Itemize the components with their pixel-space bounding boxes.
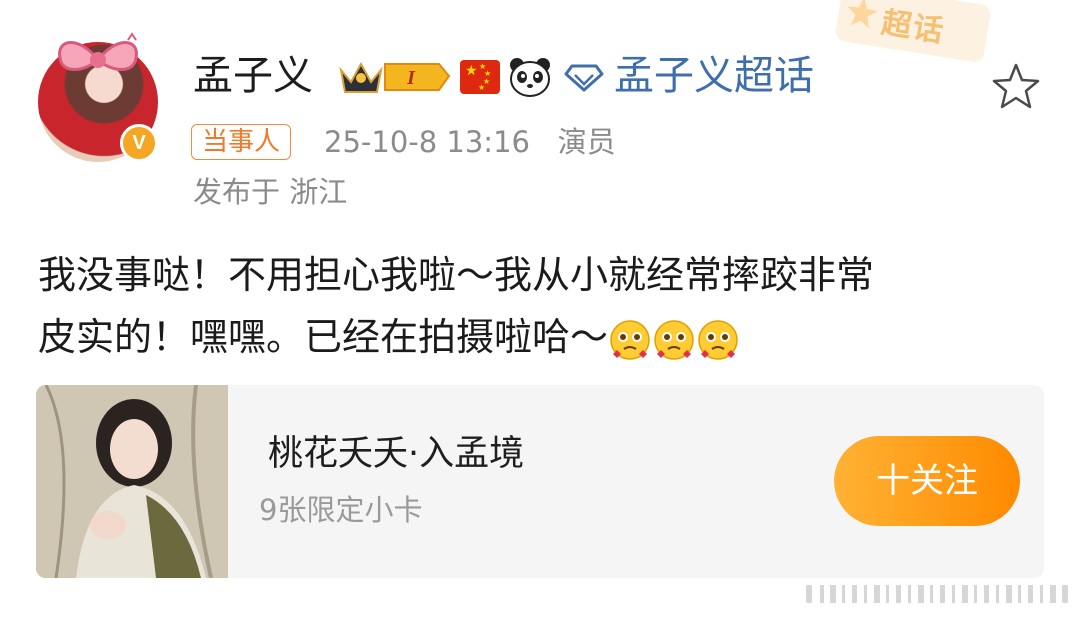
level-badge-text: I	[406, 67, 416, 89]
watermark-barcode-icon	[806, 585, 1068, 603]
super-topic-diamond-icon	[564, 64, 604, 92]
pleading-emoji-icon	[698, 319, 738, 360]
card-subtitle: 9张限定小卡	[259, 493, 423, 527]
cover-illustration	[36, 385, 228, 578]
author-name[interactable]: 孟子义	[193, 52, 313, 100]
post-text-line-2: 皮实的！嘿嘿。已经在拍摄啦哈～	[38, 306, 1038, 368]
post-timestamp: 25-10-8 13:16 演员	[324, 125, 616, 159]
favorite-star-icon[interactable]	[990, 62, 1042, 110]
china-flag-icon: ★ ★ ★ ★ ★	[460, 60, 500, 94]
star-icon	[847, 0, 878, 29]
card-cover-image	[36, 385, 228, 578]
role-tag: 当事人	[191, 124, 292, 160]
pleading-emoji-icon	[610, 319, 650, 360]
post-location: 发布于 浙江	[193, 175, 348, 209]
super-topic-link[interactable]: 孟子义超话	[614, 52, 814, 100]
panda-icon	[510, 58, 550, 97]
post-text: 我没事哒！不用担心我啦～我从小就经常摔跤非常 皮实的！嘿嘿。已经在拍摄啦哈～	[38, 244, 1038, 368]
verified-badge-icon: V	[120, 124, 158, 162]
avatar[interactable]: V	[38, 32, 158, 162]
pleading-emoji-icon	[654, 319, 694, 360]
emoji-group	[608, 318, 740, 362]
card-title[interactable]: 桃花夭夭·入孟境	[268, 430, 524, 478]
post-text-line-2-text: 皮实的！嘿嘿。已经在拍摄啦哈～	[38, 315, 609, 359]
crown-level-badge-icon: I	[339, 61, 451, 93]
super-topic-stamp: 超话	[834, 0, 992, 64]
bow-decoration-icon	[58, 32, 138, 71]
stamp-label: 超话	[878, 5, 948, 50]
post-text-line: 我没事哒！不用担心我啦～我从小就经常摔跤非常	[38, 253, 875, 297]
follow-button[interactable]: 十关注	[834, 436, 1020, 526]
